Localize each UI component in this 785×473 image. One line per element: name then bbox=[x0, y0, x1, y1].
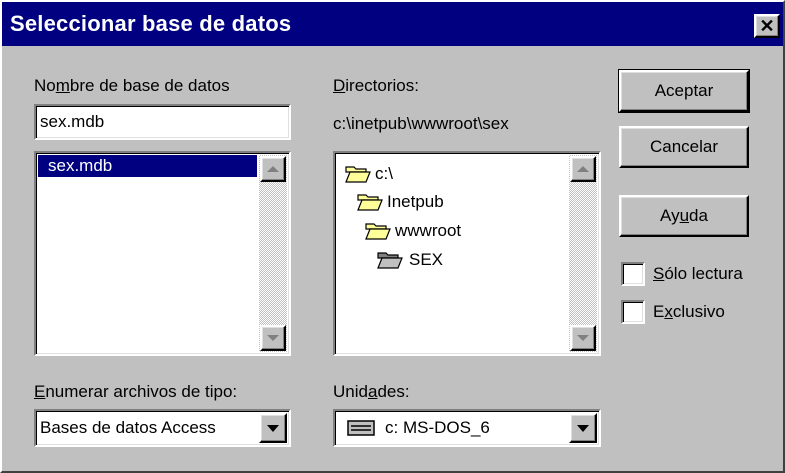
scroll-down-button[interactable] bbox=[570, 325, 596, 351]
file-type-label: Enumerar archivos de tipo: bbox=[34, 382, 238, 401]
drives-dropdown-button[interactable] bbox=[569, 413, 597, 443]
directory-tree-scrollbar[interactable] bbox=[569, 155, 597, 352]
title-bar[interactable]: Seleccionar base de datos bbox=[2, 2, 783, 46]
file-type-dropdown-button[interactable] bbox=[259, 413, 287, 443]
readonly-option[interactable]: Sólo lectura bbox=[621, 262, 743, 286]
file-type-value: Bases de datos Access bbox=[40, 418, 216, 437]
readonly-label: Sólo lectura bbox=[653, 264, 743, 283]
close-icon: ✕ bbox=[759, 16, 775, 36]
file-list[interactable]: sex.mdb bbox=[34, 151, 291, 356]
directory-tree[interactable]: c:\ Inetpub wwwroot SEX bbox=[333, 151, 601, 356]
current-path: c:\inetpub\wwwroot\sex bbox=[333, 114, 509, 133]
drives-select[interactable]: c: MS-DOS_6 bbox=[333, 409, 601, 447]
drive-icon bbox=[347, 420, 375, 436]
file-type-select[interactable]: Bases de datos Access bbox=[34, 409, 291, 447]
exclusive-label: Exclusivo bbox=[653, 302, 725, 321]
drives-label: Unidades: bbox=[333, 382, 410, 401]
list-item[interactable]: sex.mdb bbox=[38, 155, 257, 177]
dialog-window: Seleccionar base de datos ✕ Nombre de ba… bbox=[0, 0, 785, 473]
chevron-down-icon bbox=[577, 424, 589, 432]
tree-item-drive[interactable]: c:\ bbox=[345, 161, 393, 187]
readonly-checkbox[interactable] bbox=[621, 262, 645, 286]
arrow-up-icon bbox=[267, 166, 279, 172]
drives-value: c: MS-DOS_6 bbox=[385, 418, 490, 437]
accept-button[interactable]: Aceptar bbox=[618, 69, 750, 113]
db-name-input[interactable]: sex.mdb bbox=[34, 104, 291, 140]
tree-item-inetpub[interactable]: Inetpub bbox=[357, 189, 444, 215]
open-folder-icon bbox=[377, 252, 403, 269]
close-button[interactable]: ✕ bbox=[754, 14, 780, 38]
open-folder-icon bbox=[365, 223, 391, 240]
arrow-down-icon bbox=[267, 335, 279, 341]
open-folder-icon bbox=[345, 166, 371, 183]
directories-label: Directorios: bbox=[333, 76, 419, 95]
arrow-up-icon bbox=[577, 166, 589, 172]
cancel-button[interactable]: Cancelar bbox=[619, 126, 749, 168]
db-name-label: Nombre de base de datos bbox=[34, 76, 230, 95]
file-list-scrollbar[interactable] bbox=[259, 155, 287, 352]
open-folder-icon bbox=[357, 194, 383, 211]
scroll-down-button[interactable] bbox=[260, 325, 286, 351]
chevron-down-icon bbox=[267, 424, 279, 432]
exclusive-option[interactable]: Exclusivo bbox=[621, 300, 725, 324]
scroll-up-button[interactable] bbox=[570, 156, 596, 182]
tree-item-wwwroot[interactable]: wwwroot bbox=[365, 218, 461, 244]
exclusive-checkbox[interactable] bbox=[621, 300, 645, 324]
window-title: Seleccionar base de datos bbox=[10, 11, 292, 36]
help-button[interactable]: Ayuda bbox=[619, 195, 749, 237]
scroll-up-button[interactable] bbox=[260, 156, 286, 182]
tree-item-sex[interactable]: SEX bbox=[377, 247, 443, 273]
arrow-down-icon bbox=[577, 335, 589, 341]
